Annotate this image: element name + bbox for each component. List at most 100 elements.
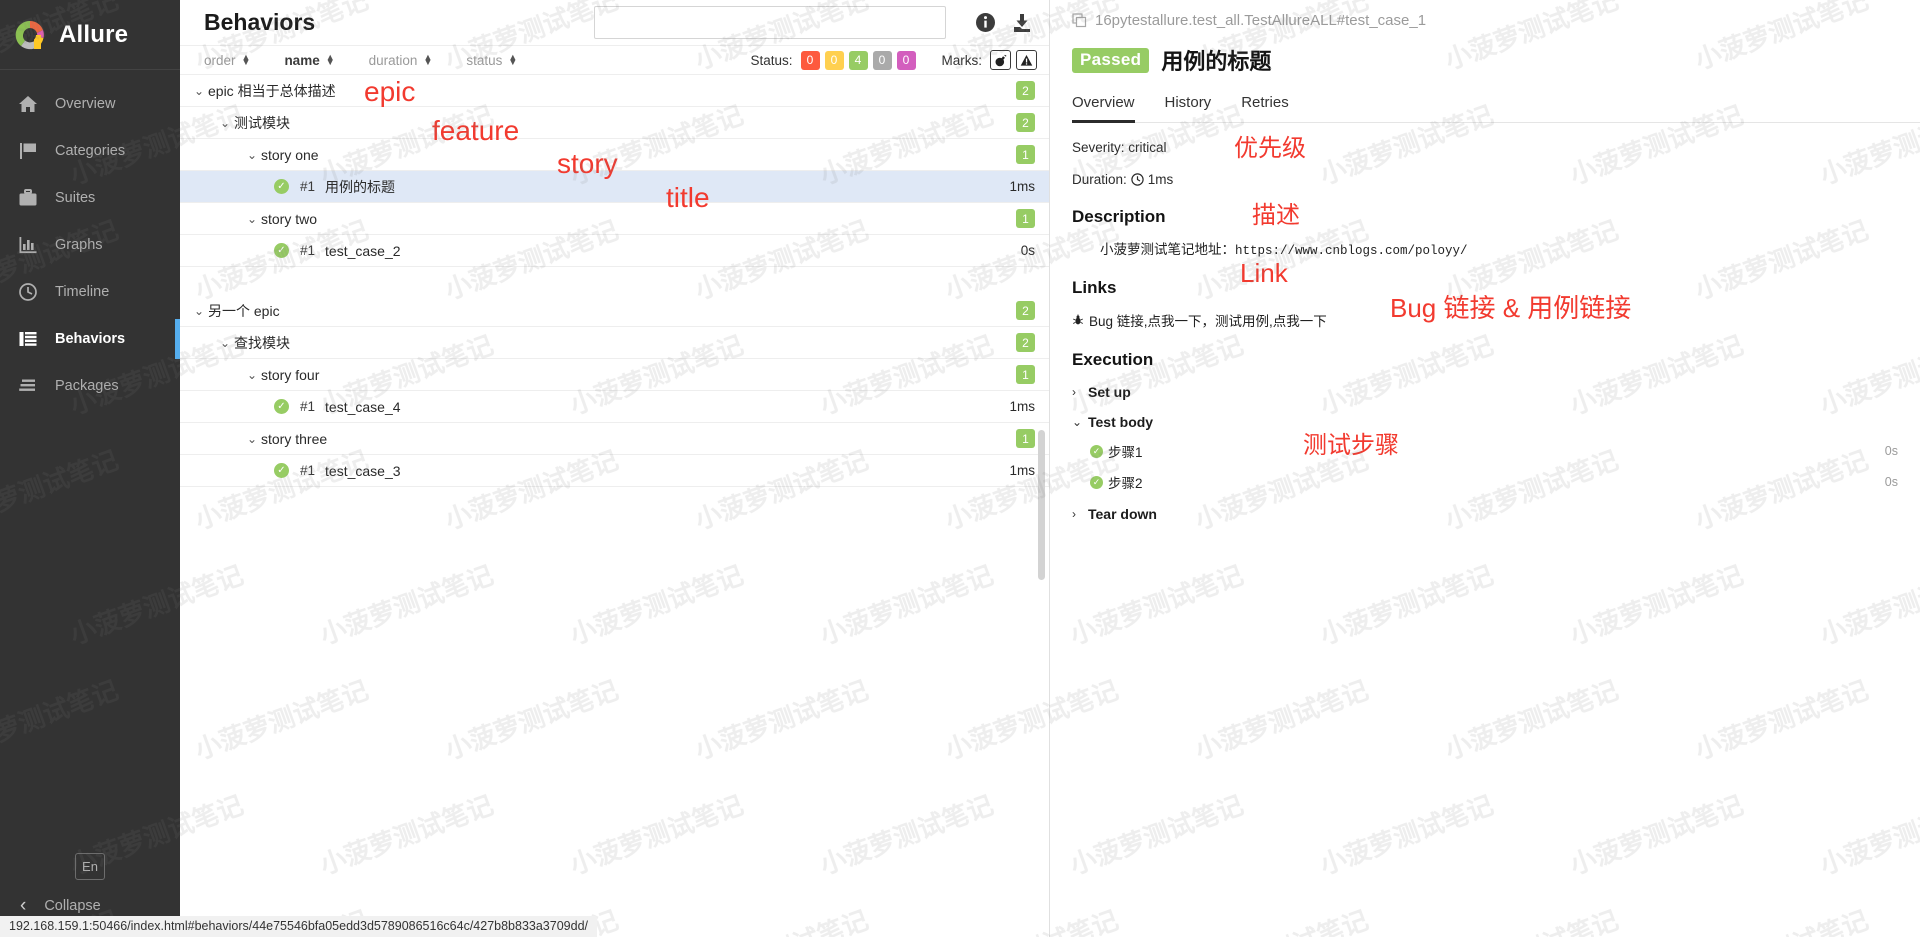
tree-row-count-badge: 2 — [1016, 333, 1035, 352]
sidebar-item-graphs[interactable]: Graphs — [0, 221, 180, 268]
flag-icon — [17, 140, 39, 162]
execution-section-teardown[interactable]: › Tear down — [1072, 506, 1920, 522]
tree-row-duration: 1ms — [1009, 399, 1035, 414]
sidebar-item-label: Graphs — [55, 236, 103, 253]
passed-status-icon: ✓ — [1090, 444, 1103, 458]
clock-icon — [1131, 173, 1144, 186]
layers-icon — [17, 375, 39, 397]
execution-section-label: Tear down — [1088, 506, 1157, 522]
list-icon — [17, 328, 39, 350]
tree-scrollbar[interactable] — [1038, 430, 1045, 580]
sorter-label: name — [284, 52, 320, 68]
status-chip-skipped[interactable]: 0 — [872, 50, 892, 70]
passed-status-icon: ✓ — [274, 399, 289, 414]
sort-arrows-icon: ▲ ▼ — [241, 52, 251, 67]
tab-history[interactable]: History — [1165, 94, 1212, 123]
chevron-down-icon[interactable]: ⌄ — [220, 116, 234, 130]
tree-row-story-one[interactable]: ⌄ story one 1 — [180, 139, 1049, 171]
tree-row-epic-1[interactable]: ⌄ epic 相当于总体描述 2 — [180, 75, 1049, 107]
sidebar-item-categories[interactable]: Categories — [0, 127, 180, 174]
status-filter-label: Status: — [750, 52, 793, 68]
marks-filter: Marks: — [942, 50, 1037, 70]
description-url: https://www.cnblogs.com/poloyy/ — [1235, 244, 1468, 258]
tree-row-count-badge: 1 — [1016, 145, 1035, 164]
tree-row-feature-1[interactable]: ⌄ 测试模块 2 — [180, 107, 1049, 139]
bomb-icon[interactable] — [990, 50, 1011, 70]
description-prefix: 小菠萝测试笔记地址： — [1100, 242, 1235, 257]
chevron-down-icon[interactable]: ⌄ — [247, 368, 261, 382]
download-icon[interactable] — [1011, 12, 1033, 34]
execution-section-setup[interactable]: › Set up — [1072, 384, 1920, 400]
chevron-down-icon[interactable]: ⌄ — [247, 432, 261, 446]
chevron-right-icon: › — [1072, 507, 1076, 521]
language-button[interactable]: En — [75, 853, 105, 880]
sorter-order[interactable]: order ▲ ▼ — [204, 53, 250, 68]
tab-overview[interactable]: Overview — [1072, 94, 1135, 123]
tree-row-epic-2[interactable]: ⌄ 另一个 epic 2 — [180, 295, 1049, 327]
tree-row-count-badge: 1 — [1016, 429, 1035, 448]
tree-row-feature-2[interactable]: ⌄ 查找模块 2 — [180, 327, 1049, 359]
tree-row-story-four[interactable]: ⌄ story four 1 — [180, 359, 1049, 391]
tree-rows: ⌄ epic 相当于总体描述 2 ⌄ 测试模块 2 ⌄ story one 1 — [180, 75, 1049, 580]
clock-icon — [17, 281, 39, 303]
bug-icon — [1072, 314, 1084, 326]
info-icon[interactable] — [974, 12, 996, 34]
tree-row-story-two[interactable]: ⌄ story two 1 — [180, 203, 1049, 235]
sidebar-item-overview[interactable]: Overview — [0, 80, 180, 127]
step-label: 步骤2 — [1108, 476, 1143, 491]
tree-row-test-case-4[interactable]: ✓ #1 test_case_4 1ms — [180, 391, 1049, 423]
chevron-down-icon[interactable]: ⌄ — [247, 212, 261, 226]
sidebar-item-timeline[interactable]: Timeline — [0, 268, 180, 315]
sorter-status[interactable]: status ▲ ▼ — [466, 53, 517, 68]
tab-retries[interactable]: Retries — [1241, 94, 1289, 123]
chevron-down-icon: ⌄ — [1072, 415, 1083, 429]
status-chip-failed[interactable]: 0 — [800, 50, 820, 70]
tree-row-number: #1 — [300, 179, 316, 194]
sidebar-item-label: Suites — [55, 189, 96, 206]
tree-row-label: epic 相当于总体描述 — [208, 82, 336, 99]
warning-triangle-icon[interactable] — [1016, 50, 1037, 70]
tree-row-number: #1 — [300, 463, 316, 478]
search-input[interactable] — [594, 6, 946, 39]
tree-row-label: 用例的标题 — [325, 178, 396, 195]
tree-row-label: story two — [261, 210, 318, 227]
tree-row-test-case-1[interactable]: ✓ #1 用例的标题 1ms — [180, 171, 1049, 203]
description-text: 小菠萝测试笔记地址：https://www.cnblogs.com/poloyy… — [1100, 238, 1920, 258]
tree-row-label: test_case_4 — [325, 398, 401, 415]
tree-row-story-three[interactable]: ⌄ story three 1 — [180, 423, 1049, 455]
sidebar-item-packages[interactable]: Packages — [0, 362, 180, 409]
sidebar-item-behaviors[interactable]: Behaviors — [0, 315, 180, 362]
status-bar-url: 192.168.159.1:50466/index.html#behaviors… — [0, 916, 597, 937]
execution-section-test-body[interactable]: ⌄ Test body — [1072, 414, 1920, 430]
sidebar: Allure Overview Categories Suites Graphs… — [0, 0, 180, 937]
chevron-down-icon[interactable]: ⌄ — [220, 336, 234, 350]
links-row[interactable]: Bug 链接,点我一下，测试用例,点我一下 — [1072, 310, 1920, 330]
passed-status-icon: ✓ — [1090, 475, 1103, 489]
status-chip-passed[interactable]: 4 — [848, 50, 868, 70]
step-duration: 0s — [1884, 444, 1898, 458]
duration-label: Duration: — [1072, 172, 1127, 187]
tree-row-test-case-2[interactable]: ✓ #1 test_case_2 0s — [180, 235, 1049, 267]
sort-arrows-icon: ▲ ▼ — [423, 52, 433, 67]
chevron-down-icon[interactable]: ⌄ — [194, 84, 208, 98]
execution-section-label: Set up — [1088, 384, 1131, 400]
chevron-down-icon[interactable]: ⌄ — [247, 148, 261, 162]
sidebar-item-suites[interactable]: Suites — [0, 174, 180, 221]
collapse-button[interactable]: ‹ Collapse — [0, 896, 180, 915]
status-chip-unknown[interactable]: 0 — [896, 50, 916, 70]
sorter-label: duration — [368, 52, 418, 68]
step-row[interactable]: ✓ 步骤2 0s — [1072, 472, 1920, 492]
sidebar-item-label: Overview — [55, 95, 116, 112]
links-heading: Links — [1072, 278, 1117, 297]
brand[interactable]: Allure — [0, 0, 180, 70]
status-filter: Status: 0 0 4 0 0 — [750, 50, 916, 70]
sorter-duration[interactable]: duration ▲ ▼ — [369, 53, 433, 68]
tree-row-test-case-3[interactable]: ✓ #1 test_case_3 1ms — [180, 455, 1049, 487]
passed-status-icon: ✓ — [274, 243, 289, 258]
status-chip-broken[interactable]: 0 — [824, 50, 844, 70]
sorter-name[interactable]: name ▲ ▼ — [284, 53, 334, 68]
copy-icon[interactable] — [1072, 13, 1087, 28]
step-row[interactable]: ✓ 步骤1 0s — [1072, 441, 1920, 461]
chevron-down-icon[interactable]: ⌄ — [194, 304, 208, 318]
test-full-name: 16pytestallure.test_all.TestAllureALL#te… — [1095, 12, 1427, 29]
